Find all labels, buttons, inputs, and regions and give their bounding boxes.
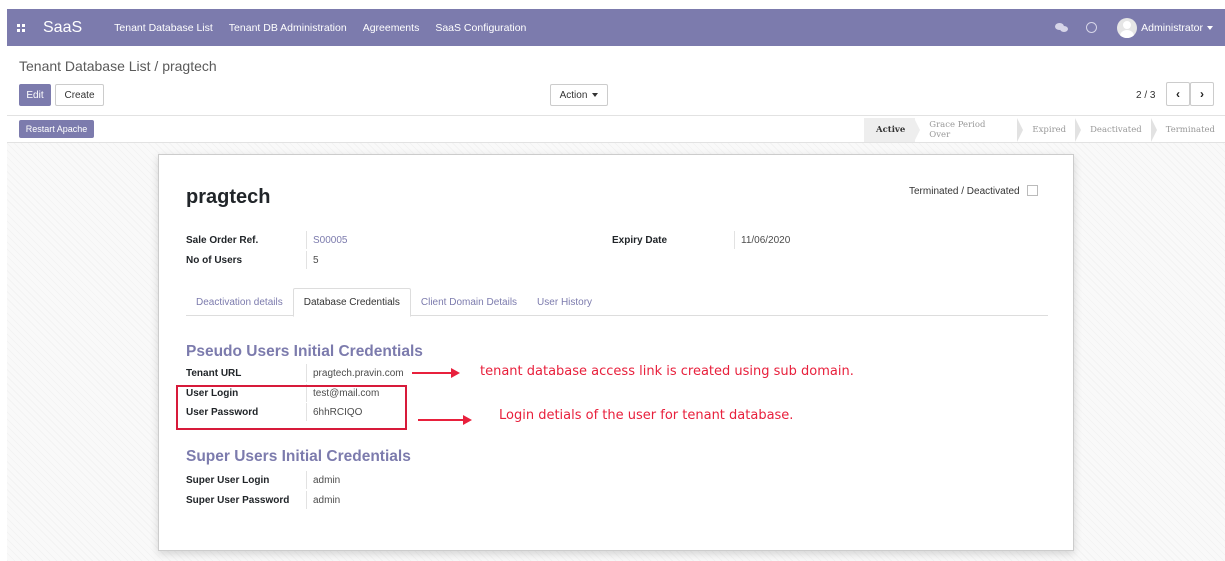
tenant-url-label: Tenant URL	[186, 368, 242, 379]
terminated-checkbox[interactable]	[1027, 185, 1038, 196]
apps-menu-button[interactable]	[7, 9, 35, 46]
restart-apache-button[interactable]: Restart Apache	[19, 120, 94, 138]
expiry-date-value: 11/06/2020	[741, 235, 791, 246]
terminated-label: Terminated / Deactivated	[909, 186, 1020, 197]
stage-terminated[interactable]: Terminated	[1152, 118, 1225, 142]
stage-active[interactable]: Active	[864, 118, 921, 142]
super-user-login-label: Super User Login	[186, 475, 270, 486]
navbar-systray: Administrator	[1054, 17, 1225, 38]
menu-tenant-database-list[interactable]: Tenant Database List	[114, 22, 213, 34]
tab-client-domain-details[interactable]: Client Domain Details	[411, 288, 527, 316]
status-bar: Active Grace Period Over Expired Deactiv…	[864, 118, 1225, 142]
user-menu[interactable]: Administrator	[1141, 22, 1203, 34]
field-divider	[306, 364, 307, 382]
app-brand[interactable]: SaaS	[43, 19, 82, 37]
field-divider	[734, 231, 735, 249]
tenant-url-value: pragtech.pravin.com	[313, 368, 404, 379]
chevron-right-icon: ›	[1200, 87, 1204, 101]
field-divider	[306, 471, 307, 489]
breadcrumb[interactable]: Tenant Database List / pragtech	[19, 58, 217, 74]
tab-user-history[interactable]: User History	[527, 288, 602, 316]
users-label: No of Users	[186, 255, 243, 266]
notebook-tabs: Deactivation details Database Credential…	[186, 288, 1048, 317]
caret-down-icon[interactable]	[1207, 25, 1213, 30]
tab-deactivation-details[interactable]: Deactivation details	[186, 288, 293, 316]
annotation-arrow	[412, 368, 460, 378]
field-divider	[306, 251, 307, 269]
field-divider	[306, 491, 307, 509]
tab-database-credentials[interactable]: Database Credentials	[292, 288, 411, 317]
chevron-left-icon: ‹	[1176, 87, 1180, 101]
chat-icon[interactable]	[1054, 21, 1072, 35]
expiry-date-label: Expiry Date	[612, 235, 668, 246]
super-user-password-label: Super User Password	[186, 495, 290, 506]
form-sheet: pragtech Terminated / Deactivated Sale O…	[158, 154, 1074, 551]
highlight-box	[176, 385, 407, 430]
pager-previous-button[interactable]: ‹	[1166, 82, 1190, 106]
annotation-arrow	[418, 415, 472, 425]
caret-down-icon	[592, 93, 599, 97]
users-value: 5	[313, 255, 319, 266]
top-navbar: SaaS Tenant Database List Tenant DB Admi…	[7, 9, 1225, 46]
pager-next-button[interactable]: ›	[1190, 82, 1214, 106]
clock-icon[interactable]	[1086, 22, 1098, 33]
pseudo-users-section-title: Pseudo Users Initial Credentials	[186, 343, 423, 360]
record-title: pragtech	[186, 186, 271, 208]
stage-grace-period-over[interactable]: Grace Period Over	[915, 118, 1024, 142]
divider	[7, 115, 1225, 116]
menu-tenant-db-administration[interactable]: Tenant DB Administration	[229, 22, 347, 34]
grid-icon	[17, 23, 25, 32]
menu-saas-configuration[interactable]: SaaS Configuration	[435, 22, 526, 34]
annotation-note-url: tenant database access link is created u…	[480, 364, 854, 379]
sale-order-link[interactable]: S00005	[313, 235, 347, 246]
pager-value: 2 / 3	[1136, 90, 1156, 101]
super-users-section-title: Super Users Initial Credentials	[186, 448, 411, 465]
field-divider	[306, 231, 307, 249]
super-user-login-value: admin	[313, 475, 341, 486]
avatar[interactable]	[1117, 17, 1138, 38]
action-label: Action	[559, 89, 588, 101]
action-dropdown[interactable]: Action	[550, 84, 608, 106]
menu-agreements[interactable]: Agreements	[363, 22, 420, 34]
annotation-note-login: Login detials of the user for tenant dat…	[499, 408, 794, 423]
super-user-password-value: admin	[313, 495, 341, 506]
create-button[interactable]: Create	[55, 84, 104, 106]
stage-deactivated[interactable]: Deactivated	[1076, 118, 1157, 142]
stage-expired[interactable]: Expired	[1018, 118, 1081, 142]
edit-button[interactable]: Edit	[19, 84, 51, 106]
sale-order-label: Sale Order Ref.	[186, 235, 259, 246]
